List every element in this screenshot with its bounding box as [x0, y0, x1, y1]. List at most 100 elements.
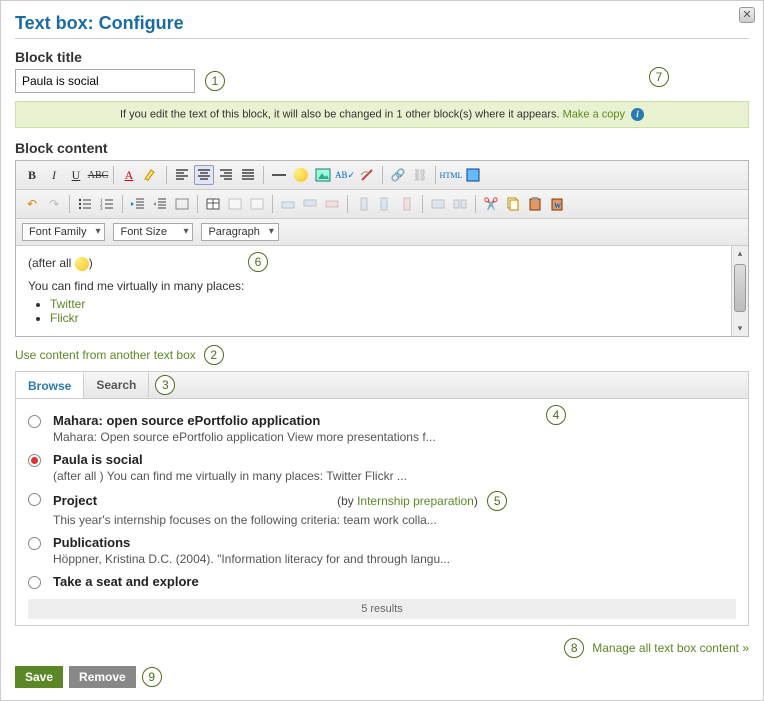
- callout-7: 7: [649, 67, 669, 87]
- editor-line1-post: ): [89, 256, 93, 270]
- result-row[interactable]: Project (by Internship preparation) 5 Th…: [28, 487, 736, 531]
- col-delete-icon[interactable]: [397, 194, 417, 214]
- radio-icon[interactable]: [28, 493, 41, 506]
- result-title: Paula is social: [53, 452, 736, 467]
- paste-icon[interactable]: [525, 194, 545, 214]
- callout-3: 3: [155, 375, 175, 395]
- result-row[interactable]: Take a seat and explore: [28, 570, 736, 593]
- content-tabs: Browse Search 3: [15, 371, 749, 398]
- hr-icon[interactable]: [269, 165, 289, 185]
- result-row[interactable]: Mahara: open source ePortfolio applicati…: [28, 409, 736, 448]
- block-title-input[interactable]: [15, 69, 195, 93]
- svg-text:W: W: [554, 202, 561, 210]
- editor-scrollbar[interactable]: ▴ ▾: [731, 246, 748, 336]
- split-icon[interactable]: [450, 194, 470, 214]
- format-select[interactable]: Paragraph: [201, 223, 278, 241]
- spellcheck-icon[interactable]: AB✓: [335, 165, 355, 185]
- result-desc: Höppner, Kristina D.C. (2004). "Informat…: [53, 552, 736, 566]
- editor-content-area[interactable]: (after all ) You can find me virtually i…: [16, 246, 731, 336]
- by-label: (by: [337, 494, 357, 508]
- editor-link-twitter[interactable]: Twitter: [50, 297, 85, 311]
- block-title-label: Block title: [15, 49, 749, 65]
- merge-icon[interactable]: [428, 194, 448, 214]
- tab-search[interactable]: Search: [84, 373, 149, 397]
- radio-icon[interactable]: [28, 454, 41, 467]
- editor-line2: You can find me virtually in many places…: [28, 279, 719, 293]
- results-count: 5 results: [28, 599, 736, 619]
- result-title: Mahara: open source ePortfolio applicati…: [53, 413, 736, 428]
- result-row[interactable]: Publications Höppner, Kristina D.C. (200…: [28, 531, 736, 570]
- rich-text-editor: B I U ABC A AB✓ 🔗 ⛓ HTML ↶: [15, 160, 749, 337]
- radio-icon[interactable]: [28, 537, 41, 550]
- callout-8: 8: [564, 638, 584, 658]
- notice-text: If you edit the text of this block, it w…: [120, 108, 560, 120]
- manage-content-link[interactable]: Manage all text box content »: [592, 641, 749, 655]
- callout-1: 1: [205, 71, 225, 91]
- underline-icon[interactable]: U: [66, 165, 86, 185]
- indent-icon[interactable]: [150, 194, 170, 214]
- blockquote-icon[interactable]: [172, 194, 192, 214]
- close-button[interactable]: ✕: [739, 7, 755, 23]
- clear-format-icon[interactable]: [357, 165, 377, 185]
- image-icon[interactable]: [313, 165, 333, 185]
- result-desc: This year's internship focuses on the fo…: [53, 513, 736, 527]
- use-other-textbox-link[interactable]: Use content from another text box: [15, 348, 196, 362]
- copy-notice: If you edit the text of this block, it w…: [15, 101, 749, 128]
- font-size-select[interactable]: Font Size: [113, 223, 193, 241]
- emoticon-icon[interactable]: [291, 165, 311, 185]
- editor-toolbar-3: Font Family Font Size Paragraph: [16, 219, 748, 246]
- text-color-icon[interactable]: A: [119, 165, 139, 185]
- bold-icon[interactable]: B: [22, 165, 42, 185]
- result-desc: (after all ) You can find me virtually i…: [53, 469, 736, 483]
- number-list-icon[interactable]: 123: [97, 194, 117, 214]
- callout-6: 6: [248, 252, 268, 272]
- result-row[interactable]: Paula is social (after all ) You can fin…: [28, 448, 736, 487]
- col-before-icon[interactable]: [353, 194, 373, 214]
- outdent-icon[interactable]: [128, 194, 148, 214]
- save-button[interactable]: Save: [15, 666, 63, 688]
- by-link[interactable]: Internship preparation: [357, 494, 474, 508]
- italic-icon[interactable]: I: [44, 165, 64, 185]
- align-justify-icon[interactable]: [238, 165, 258, 185]
- align-center-icon[interactable]: [194, 165, 214, 185]
- info-icon[interactable]: i: [631, 108, 644, 121]
- row-delete-icon[interactable]: [322, 194, 342, 214]
- radio-icon[interactable]: [28, 576, 41, 589]
- remove-button[interactable]: Remove: [69, 666, 136, 688]
- editor-toolbar-1: B I U ABC A AB✓ 🔗 ⛓ HTML: [16, 161, 748, 190]
- link-icon[interactable]: 🔗: [388, 165, 408, 185]
- svg-text:3: 3: [100, 207, 103, 212]
- bullet-list-icon[interactable]: [75, 194, 95, 214]
- tab-browse[interactable]: Browse: [16, 372, 84, 398]
- callout-2: 2: [204, 345, 224, 365]
- strikethrough-icon[interactable]: ABC: [88, 165, 108, 185]
- align-left-icon[interactable]: [172, 165, 192, 185]
- result-title: Project: [53, 493, 97, 508]
- row-before-icon[interactable]: [278, 194, 298, 214]
- radio-icon[interactable]: [28, 415, 41, 428]
- fullscreen-icon[interactable]: [463, 165, 483, 185]
- table-col-icon[interactable]: [247, 194, 267, 214]
- unlink-icon[interactable]: ⛓: [410, 165, 430, 185]
- highlight-icon[interactable]: [141, 165, 161, 185]
- cut-icon[interactable]: ✂️: [481, 194, 501, 214]
- result-title: Take a seat and explore: [53, 574, 736, 589]
- editor-line1-pre: (after all: [28, 256, 75, 270]
- smiley-icon: [75, 257, 89, 271]
- redo-icon[interactable]: ↷: [44, 194, 64, 214]
- make-copy-link[interactable]: Make a copy: [563, 108, 625, 120]
- callout-9: 9: [142, 667, 162, 687]
- by-tail: ): [474, 494, 478, 508]
- align-right-icon[interactable]: [216, 165, 236, 185]
- table-row-icon[interactable]: [225, 194, 245, 214]
- copy-icon[interactable]: [503, 194, 523, 214]
- font-family-select[interactable]: Font Family: [22, 223, 105, 241]
- undo-icon[interactable]: ↶: [22, 194, 42, 214]
- results-panel: 4 Mahara: open source ePortfolio applica…: [15, 398, 749, 626]
- row-after-icon[interactable]: [300, 194, 320, 214]
- paste-word-icon[interactable]: W: [547, 194, 567, 214]
- col-after-icon[interactable]: [375, 194, 395, 214]
- editor-link-flickr[interactable]: Flickr: [50, 311, 79, 325]
- table-insert-icon[interactable]: [203, 194, 223, 214]
- html-icon[interactable]: HTML: [441, 165, 461, 185]
